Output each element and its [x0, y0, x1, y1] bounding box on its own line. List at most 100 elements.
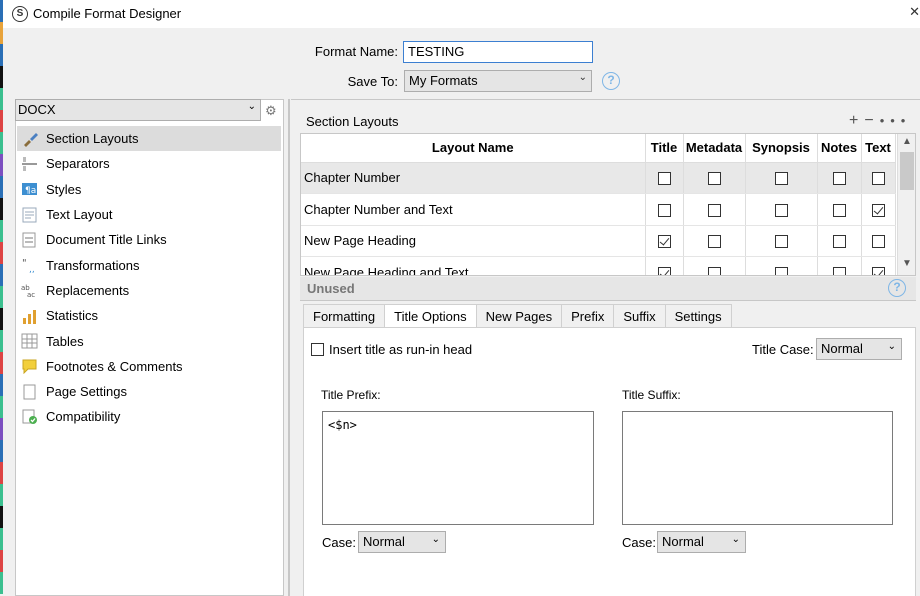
title-checkbox[interactable]	[657, 203, 671, 217]
chevron-down-icon: ⌄	[731, 534, 740, 545]
metadata-checkbox[interactable]	[707, 266, 721, 275]
sidebar-item-separators[interactable]: Separators	[17, 151, 281, 176]
notes-checkbox[interactable]	[832, 235, 846, 249]
synopsis-checkbox[interactable]	[774, 172, 788, 186]
prefix-case-value: Normal	[363, 534, 405, 549]
metadata-cell	[683, 193, 746, 226]
text-layout-icon	[21, 207, 39, 223]
metadata-checkbox[interactable]	[707, 203, 721, 217]
svg-text:¶a: ¶a	[25, 186, 36, 196]
table-row[interactable]: New Page Heading and Text	[301, 256, 896, 275]
sidebar-item-text-layout[interactable]: Text Layout	[17, 202, 281, 227]
title-case-select[interactable]: Normal ⌄	[816, 338, 902, 360]
suffix-case-select[interactable]: Normal ⌄	[657, 531, 746, 553]
transformations-icon: ",,	[21, 257, 39, 275]
save-to-select[interactable]: My Formats ⌄	[404, 70, 592, 92]
format-type-value: DOCX	[18, 102, 56, 117]
compatibility-icon	[21, 409, 39, 425]
text-checkbox[interactable]	[871, 172, 885, 186]
run-in-head-checkbox[interactable]	[311, 343, 324, 356]
tab-bar: Formatting Title Options New Pages Prefi…	[303, 304, 732, 329]
notes-checkbox[interactable]	[832, 266, 846, 275]
synopsis-checkbox[interactable]	[774, 203, 788, 217]
title-checkbox[interactable]	[657, 235, 671, 249]
metadata-checkbox[interactable]	[707, 235, 721, 249]
notes-cell	[817, 225, 862, 257]
remove-icon[interactable]: −	[864, 112, 879, 129]
sidebar-item-compatibility[interactable]: Compatibility	[17, 404, 281, 429]
sidebar-item-replacements[interactable]: ab ac Replacements	[17, 278, 281, 303]
title-bar: S Compile Format Designer ✕	[3, 0, 920, 28]
splitter[interactable]	[288, 99, 290, 596]
title-checkbox[interactable]	[657, 266, 671, 275]
sidebar-item-label: Replacements	[46, 282, 130, 298]
sidebar-item-document-title-links[interactable]: Document Title Links	[17, 227, 281, 252]
prefix-case-select[interactable]: Normal ⌄	[358, 531, 446, 553]
more-icon[interactable]: •••	[880, 113, 912, 128]
text-checkbox[interactable]	[871, 266, 885, 275]
close-icon[interactable]: ✕	[909, 4, 920, 20]
notes-checkbox[interactable]	[832, 203, 846, 217]
table-row[interactable]: Chapter Number and Text	[301, 193, 896, 226]
tab-new-pages[interactable]: New Pages	[475, 304, 562, 328]
help-icon[interactable]: ?	[602, 72, 620, 90]
sidebar-item-label: Separators	[46, 156, 110, 172]
gear-icon[interactable]: ⚙	[265, 103, 277, 119]
title-checkbox[interactable]	[657, 172, 671, 186]
text-checkbox[interactable]	[871, 203, 885, 217]
column-header-notes[interactable]: Notes	[817, 134, 862, 163]
layout-name-cell: Chapter Number and Text	[301, 193, 646, 226]
sidebar-item-section-layouts[interactable]: Section Layouts	[17, 126, 281, 152]
background-app-strip	[0, 0, 3, 596]
column-header-layout-name[interactable]: Layout Name	[301, 134, 646, 163]
prefix-case-label: Case:	[322, 535, 356, 550]
column-header-title[interactable]: Title	[645, 134, 684, 163]
sidebar-item-statistics[interactable]: Statistics	[17, 303, 281, 328]
table-row[interactable]: New Page Heading	[301, 225, 896, 257]
format-type-select[interactable]: DOCX ⌄	[15, 99, 261, 121]
sidebar-item-tables[interactable]: Tables	[17, 328, 281, 353]
title-cell	[645, 193, 684, 226]
footnotes-icon	[21, 358, 39, 375]
help-icon[interactable]: ?	[888, 279, 906, 297]
table-scrollbar[interactable]: ▲ ▼	[897, 134, 915, 275]
format-name-label: Format Name:	[314, 44, 398, 59]
sidebar-item-page-settings[interactable]: Page Settings	[17, 379, 281, 404]
chevron-down-icon: ⌄	[247, 101, 256, 112]
sidebar-item-label: Text Layout	[46, 207, 113, 223]
tab-title-options[interactable]: Title Options	[384, 304, 476, 329]
scrollbar-thumb[interactable]	[900, 152, 914, 190]
column-header-synopsis[interactable]: Synopsis	[745, 134, 818, 163]
table-header: Layout Name Title Metadata Synopsis Note…	[301, 134, 896, 163]
format-name-input[interactable]: TESTING	[403, 41, 593, 63]
tab-suffix[interactable]: Suffix	[613, 304, 665, 328]
sidebar-item-transformations[interactable]: ",, Transformations	[17, 252, 281, 277]
sidebar-item-label: Transformations	[46, 257, 140, 273]
column-header-metadata[interactable]: Metadata	[683, 134, 746, 163]
metadata-cell	[683, 256, 746, 275]
layout-name-cell: Chapter Number	[301, 162, 646, 194]
title-suffix-textarea[interactable]	[622, 411, 893, 525]
synopsis-checkbox[interactable]	[774, 266, 788, 275]
statistics-icon	[21, 308, 39, 324]
sidebar-item-styles[interactable]: ¶a Styles	[17, 177, 281, 202]
notes-checkbox[interactable]	[832, 172, 846, 186]
column-header-text[interactable]: Text	[861, 134, 896, 163]
table-row[interactable]: Chapter Number	[301, 162, 896, 194]
add-icon[interactable]: +	[849, 112, 864, 129]
sidebar-item-footnotes-comments[interactable]: Footnotes & Comments	[17, 354, 281, 379]
tab-formatting[interactable]: Formatting	[303, 304, 385, 328]
metadata-checkbox[interactable]	[707, 172, 721, 186]
synopsis-checkbox[interactable]	[774, 235, 788, 249]
title-prefix-textarea[interactable]: <$n>	[322, 411, 594, 525]
window-title: Compile Format Designer	[33, 6, 182, 21]
text-checkbox[interactable]	[871, 235, 885, 249]
tab-prefix[interactable]: Prefix	[561, 304, 614, 328]
title-case-label: Title Case:	[752, 342, 814, 357]
synopsis-cell	[745, 256, 818, 275]
tab-settings[interactable]: Settings	[664, 304, 732, 328]
scroll-down-icon[interactable]: ▼	[902, 258, 912, 269]
save-to-value: My Formats	[409, 73, 478, 88]
scroll-up-icon[interactable]: ▲	[902, 136, 912, 147]
unused-label: Unused	[307, 281, 355, 296]
